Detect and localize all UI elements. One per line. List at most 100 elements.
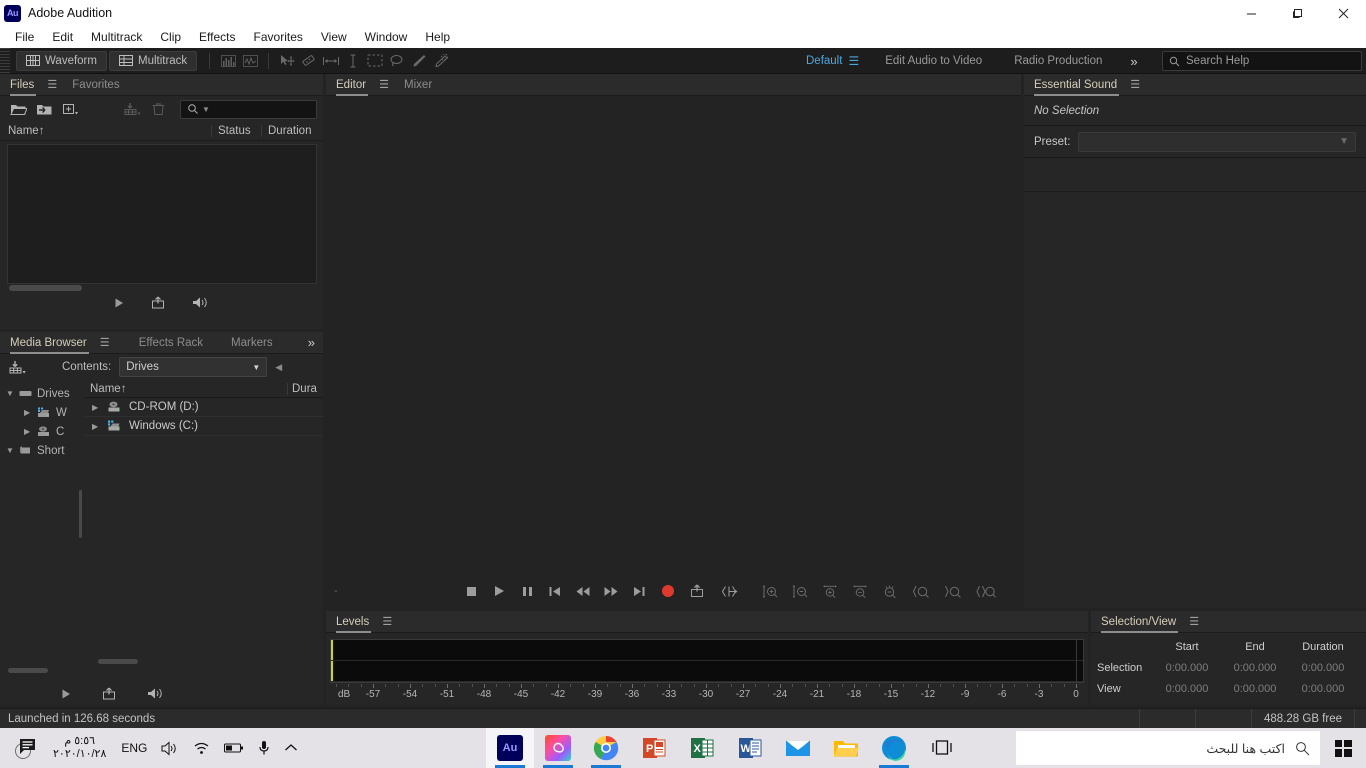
razor-tool-icon[interactable] <box>342 51 364 71</box>
menu-edit[interactable]: Edit <box>43 27 82 47</box>
chevron-right-icon[interactable]: ▶ <box>24 427 33 436</box>
media-browser-splitter[interactable] <box>78 380 84 645</box>
tab-favorites[interactable]: Favorites <box>72 74 129 96</box>
media-browser-horizontal-scrollbar[interactable] <box>6 657 317 666</box>
menu-effects[interactable]: Effects <box>190 27 244 47</box>
files-panel-menu-icon[interactable]: ☰ <box>44 74 60 96</box>
level-meter[interactable] <box>330 639 1084 683</box>
files-list[interactable] <box>7 144 317 284</box>
selection-start-value[interactable]: 0:00.000 <box>1153 662 1221 674</box>
chevron-right-icon[interactable]: ▶ <box>24 408 33 417</box>
zoom-in-amplitude-icon[interactable] <box>762 583 778 599</box>
essential-sound-panel-menu-icon[interactable]: ☰ <box>1127 74 1143 96</box>
search-help-input[interactable]: Search Help <box>1162 51 1362 71</box>
files-horizontal-scrollbar[interactable] <box>7 284 316 292</box>
volume-icon[interactable] <box>147 687 165 703</box>
waveform-mode-button[interactable]: Waveform <box>16 50 107 71</box>
view-duration-value[interactable]: 0:00.000 <box>1289 683 1357 695</box>
tab-media-browser[interactable]: Media Browser <box>10 332 97 354</box>
zoom-in-time-icon[interactable] <box>822 583 838 599</box>
tab-files[interactable]: Files <box>10 74 44 96</box>
lasso-selection-tool-icon[interactable] <box>386 51 408 71</box>
open-file-icon[interactable] <box>6 98 30 120</box>
pause-icon[interactable] <box>520 583 534 599</box>
view-end-value[interactable]: 0:00.000 <box>1221 683 1289 695</box>
language-indicator[interactable]: ENG <box>114 728 154 768</box>
taskbar-task-view-button[interactable] <box>918 728 966 768</box>
media-browser-row-windows[interactable]: ▶ Windows (C:) <box>84 417 323 436</box>
levels-meter-area[interactable]: dB -57 -54 -51 -48 -45 -42 -39 -36 -33 -30 -27 -24-… <box>326 633 1088 708</box>
taskbar-search-box[interactable]: اكتب هنا للبحث <box>1016 731 1320 765</box>
move-playhead-to-previous-icon[interactable] <box>548 583 562 599</box>
loop-playback-icon[interactable] <box>690 583 706 599</box>
chevron-right-icon[interactable]: ▶ <box>92 403 101 412</box>
files-search-dropdown-icon[interactable]: ▼ <box>202 105 210 114</box>
taskbar-app-mail[interactable] <box>774 728 822 768</box>
windows-start-button[interactable] <box>1320 728 1366 768</box>
spectral-frequency-display-icon[interactable] <box>217 51 239 71</box>
tab-editor[interactable]: Editor <box>336 74 376 96</box>
selection-view-panel-menu-icon[interactable]: ☰ <box>1186 611 1202 633</box>
volume-icon[interactable] <box>192 296 210 312</box>
import-file-icon[interactable] <box>32 98 56 120</box>
menu-clip[interactable]: Clip <box>151 27 190 47</box>
tab-effects-rack[interactable]: Effects Rack <box>125 332 217 354</box>
tab-selection-view[interactable]: Selection/View <box>1101 611 1186 633</box>
media-browser-row-cdrom[interactable]: ▶ CD-ROM (D:) <box>84 398 323 417</box>
slip-tool-icon[interactable] <box>298 51 320 71</box>
zoom-to-selection-icon[interactable] <box>976 583 996 599</box>
menu-multitrack[interactable]: Multitrack <box>82 27 151 47</box>
stop-icon[interactable] <box>464 583 478 599</box>
tree-item-shortcuts[interactable]: ▼ Short <box>0 441 78 460</box>
menu-help[interactable]: Help <box>416 27 459 47</box>
taskbar-app-google-chrome[interactable] <box>582 728 630 768</box>
zoom-out-time-icon[interactable] <box>852 583 868 599</box>
zoom-out-amplitude-icon[interactable] <box>792 583 808 599</box>
rewind-icon[interactable] <box>576 583 590 599</box>
move-playhead-to-next-icon[interactable] <box>632 583 646 599</box>
paintbrush-selection-tool-icon[interactable] <box>408 51 430 71</box>
menu-file[interactable]: File <box>6 27 43 47</box>
skip-selection-icon[interactable] <box>720 583 738 599</box>
mb-column-name[interactable]: Name↑ <box>90 383 287 395</box>
chevron-right-icon[interactable]: ▶ <box>92 422 101 431</box>
zoom-to-selection-in-icon[interactable] <box>912 583 930 599</box>
menu-view[interactable]: View <box>312 27 356 47</box>
show-hidden-icons-icon[interactable] <box>277 728 305 768</box>
files-scroll-thumb[interactable] <box>9 285 82 291</box>
taskbar-app-microsoft-edge[interactable] <box>870 728 918 768</box>
auto-play-icon[interactable] <box>151 296 166 312</box>
menu-window[interactable]: Window <box>356 27 417 47</box>
media-browser-collapse-arrow-icon[interactable]: ◀ <box>275 362 282 373</box>
tab-markers[interactable]: Markers <box>217 332 287 354</box>
workspace-default[interactable]: Default <box>790 48 848 74</box>
media-browser-more-tabs-button[interactable]: » <box>308 335 323 350</box>
taskbar-app-file-explorer[interactable] <box>822 728 870 768</box>
contents-dropdown[interactable]: Drives ▼ <box>119 357 268 377</box>
play-icon[interactable] <box>60 688 72 703</box>
tab-mixer[interactable]: Mixer <box>404 74 442 96</box>
save-file-icon[interactable] <box>120 98 144 120</box>
editor-waveform-area[interactable]: - <box>326 96 1021 608</box>
workspace-menu-icon[interactable]: ☰ <box>848 54 869 68</box>
disk-free-status[interactable]: 488.28 GB free <box>1251 709 1354 729</box>
media-browser-scroll-thumb[interactable] <box>98 659 138 664</box>
taskbar-clock[interactable]: ٥:٥٦ م ٢٠٢٠/١٠/٢٨ <box>45 735 114 761</box>
media-browser-tree-scroll-thumb[interactable] <box>8 668 48 673</box>
fast-forward-icon[interactable] <box>604 583 618 599</box>
spot-healing-brush-tool-icon[interactable] <box>430 51 452 71</box>
taskbar-app-powerpoint[interactable]: P <box>630 728 678 768</box>
taskbar-app-excel[interactable]: X <box>678 728 726 768</box>
media-browser-tree-scrollbar[interactable] <box>6 666 317 675</box>
preset-dropdown[interactable]: ▼ <box>1078 131 1356 152</box>
taskbar-app-creative-cloud[interactable] <box>534 728 582 768</box>
media-browser-tree[interactable]: ▼ Drives ▶ W ▶ C ▼ Short <box>0 380 78 645</box>
files-search-input[interactable]: ▼ <box>180 99 317 119</box>
taskbar-app-adobe-audition[interactable]: Au <box>486 728 534 768</box>
move-tool-icon[interactable] <box>276 51 298 71</box>
mb-column-duration[interactable]: Dura <box>287 382 323 395</box>
media-browser-panel-menu-icon[interactable]: ☰ <box>97 332 113 354</box>
zoom-to-selection-out-icon[interactable] <box>944 583 962 599</box>
taskbar-app-word[interactable]: W <box>726 728 774 768</box>
marquee-selection-tool-icon[interactable] <box>364 51 386 71</box>
